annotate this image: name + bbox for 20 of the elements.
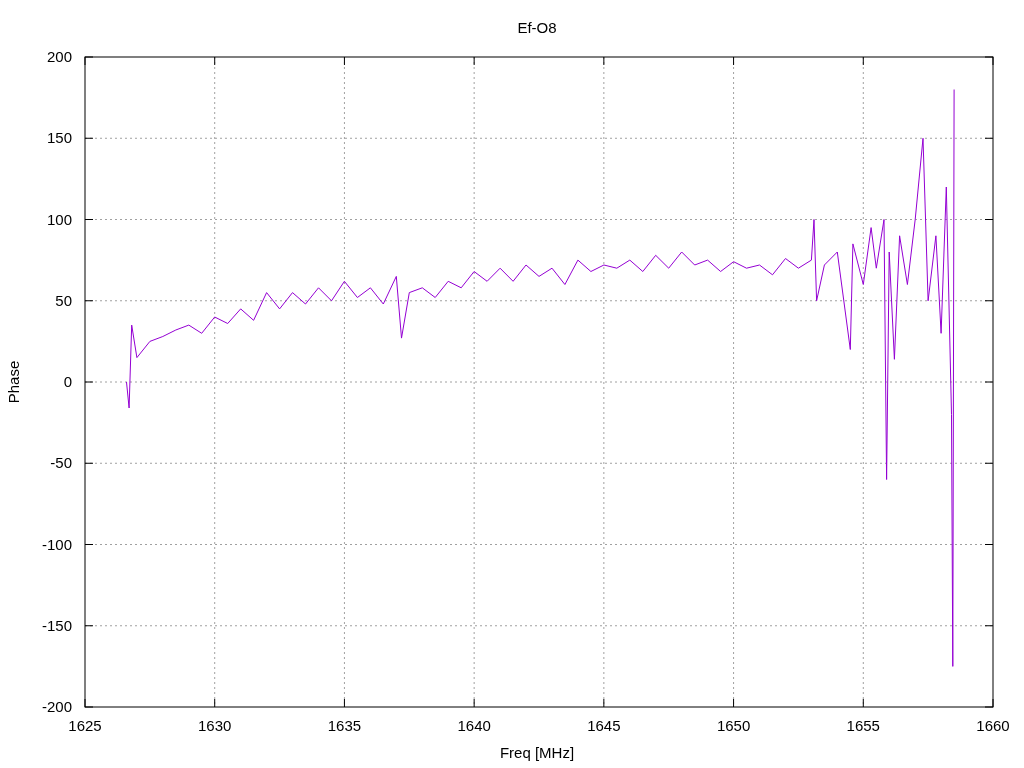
tick-label: 1635: [327, 717, 362, 734]
tick-label: 1640: [457, 717, 491, 734]
tick-label: -200: [41, 698, 72, 715]
tick-label: 1660: [976, 717, 1010, 734]
tick-label: 0: [63, 373, 72, 390]
tick-label: -50: [50, 454, 72, 472]
tick-label: -150: [41, 616, 72, 634]
tick-label: -100: [41, 535, 72, 553]
tick-label: 1625: [68, 717, 102, 734]
tick-label: 50: [55, 291, 72, 309]
tick-label: 150: [46, 129, 72, 147]
tick-label: 100: [46, 210, 72, 228]
tick-label: 1645: [587, 717, 621, 734]
tick-label: 1630: [198, 717, 232, 734]
x-axis-label: Freq [MHz]: [499, 744, 575, 761]
tick-label: 1655: [846, 717, 880, 734]
tick-label: 200: [46, 48, 72, 65]
y-axis-label: Phase: [5, 360, 22, 404]
chart-title: Ef-O8: [517, 19, 557, 36]
tick-label: 1650: [716, 717, 751, 734]
